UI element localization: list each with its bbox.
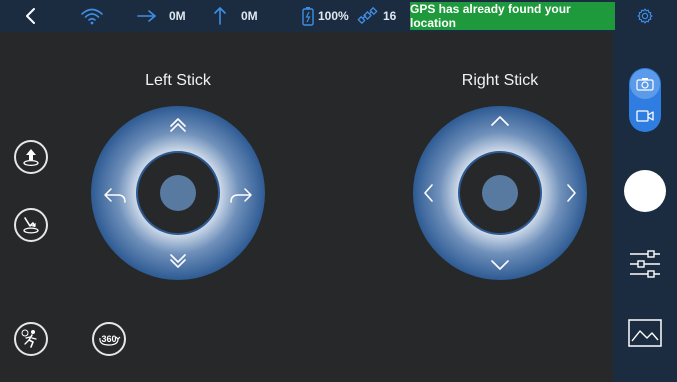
satellite-icon [357,6,378,25]
wifi-icon [81,8,103,25]
vertical-distance-value: 0M [241,9,258,23]
battery-icon [302,7,314,26]
joystick-knob[interactable] [482,175,518,211]
status-bar: 0M 0M 100% 16 GPS has already found your… [0,0,677,32]
sliders-icon [630,250,660,278]
gallery-icon [628,319,662,347]
joystick-knob[interactable] [160,175,196,211]
wifi-status [80,0,104,32]
takeoff-button[interactable] [14,140,48,174]
right-joystick[interactable] [412,105,588,281]
right-stick-title: Right Stick [461,72,539,89]
arrow-right-icon [137,10,156,22]
gear-icon [637,8,653,24]
vertical-distance: 0M [213,0,258,32]
left-joystick[interactable] [90,105,266,281]
settings-button[interactable] [637,0,653,32]
follow-me-icon [21,329,37,348]
satellite-status: 16 [357,0,396,32]
gps-status-banner: GPS has already found your location [410,2,615,30]
horizontal-distance-value: 0M [169,9,186,23]
rotate-360-icon: 360 [99,334,121,346]
takeoff-icon [23,149,39,167]
video-icon [636,110,654,122]
battery-status: 100% [302,0,349,32]
camera-icon [636,78,654,91]
chevron-left-icon [26,8,35,24]
arrow-up-icon [214,7,226,25]
horizontal-distance: 0M [137,0,186,32]
video-mode-button[interactable] [630,102,660,130]
gallery-button[interactable] [628,319,662,352]
land-icon [23,217,39,234]
rotate-360-button[interactable]: 360 [92,322,126,356]
mode-toggle[interactable] [629,68,661,132]
battery-percent: 100% [318,9,349,23]
shutter-button[interactable] [624,170,666,212]
land-button[interactable] [14,208,48,242]
follow-me-button[interactable] [14,322,48,356]
adjust-settings-button[interactable] [628,249,662,284]
satellite-count: 16 [383,9,397,23]
rotate-360-label: 360 [101,334,116,344]
right-control-panel [613,32,677,382]
photo-mode-button[interactable] [630,69,660,99]
left-stick-title: Left Stick [145,72,211,89]
back-button[interactable] [24,0,38,32]
